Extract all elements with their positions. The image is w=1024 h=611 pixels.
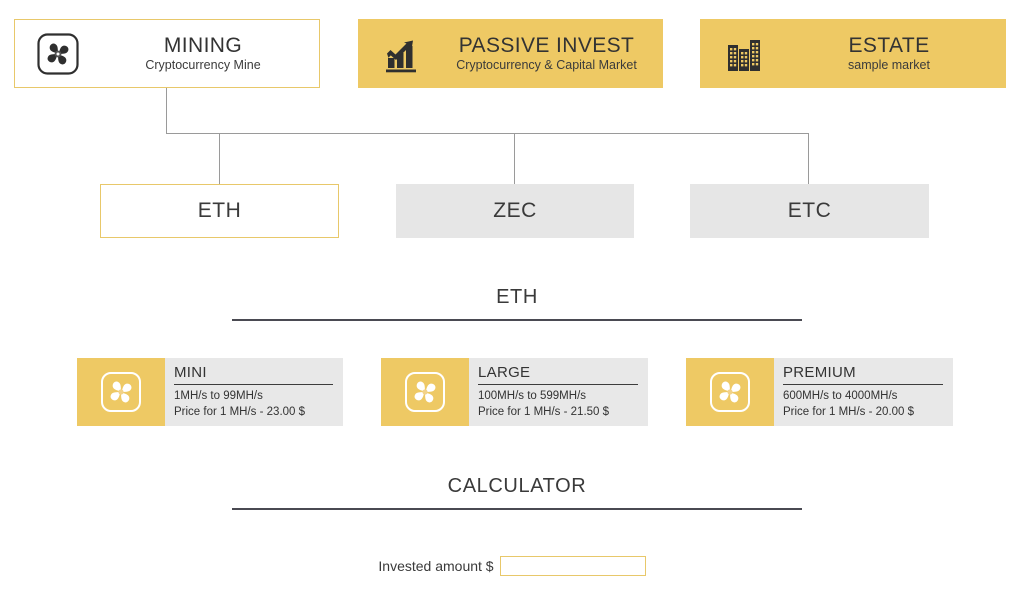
plan-card-mini[interactable]: MINI 1MH/s to 99MH/s Price for 1 MH/s - … [77,358,343,426]
page-root: MINING Cryptocurrency Mine PASSIVE INVES… [0,0,1024,611]
category-title: MINING [163,33,243,57]
coin-button-label: ETH [197,199,242,222]
connector-branch-eth [219,133,220,184]
plan-range: 100MH/s to 599MH/s [478,390,587,403]
plan-price: Price for 1 MH/s - 23.00 $ [174,405,306,418]
invested-amount-label: Invested amount $ [378,558,494,574]
category-subtitle: sample market [848,57,930,72]
plan-card-body: LARGE 100MH/s to 599MH/s Price for 1 MH/… [469,358,648,426]
plan-range: 600MH/s to 4000MH/s [783,390,898,403]
coin-button-zec[interactable]: ZEC [396,184,634,238]
calculator-section-title: CALCULATOR [447,475,587,497]
plan-name: PREMIUM [783,364,856,381]
plan-card-body: MINI 1MH/s to 99MH/s Price for 1 MH/s - … [165,358,343,426]
coin-button-eth[interactable]: ETH [100,184,339,238]
fan-icon [686,358,774,426]
category-card-text: MINING Cryptocurrency Mine [101,33,319,72]
category-card-passive-invest[interactable]: PASSIVE INVEST Cryptocurrency & Capital … [358,19,663,88]
coin-section-rule [232,319,802,321]
plan-divider [478,384,638,386]
category-card-text: PASSIVE INVEST Cryptocurrency & Capital … [445,33,662,72]
connector-bus-horizontal [166,133,809,134]
plan-range: 1MH/s to 99MH/s [174,390,263,403]
category-subtitle: Cryptocurrency & Capital Market [456,57,637,72]
coin-button-label: ETC [787,199,832,222]
coin-button-label: ZEC [493,199,537,222]
plan-divider [174,384,333,386]
coin-section-title: ETH [496,286,538,308]
plan-price: Price for 1 MH/s - 21.50 $ [478,405,610,418]
category-card-mining[interactable]: MINING Cryptocurrency Mine [14,19,320,88]
category-card-text: ESTATE sample market [787,33,1005,72]
connector-trunk-vertical [166,88,167,133]
plan-name: MINI [174,364,207,381]
category-card-estate[interactable]: ESTATE sample market [700,19,1006,88]
connector-branch-etc [808,133,809,184]
coin-section-heading: ETH [232,286,802,321]
plan-price: Price for 1 MH/s - 20.00 $ [783,405,915,418]
fan-icon [77,358,165,426]
calculator-input-row: Invested amount $ [0,556,1024,576]
plan-name: LARGE [478,364,531,381]
calculator-section-rule [232,508,802,510]
category-title: ESTATE [848,33,930,57]
fan-icon [381,358,469,426]
plan-card-body: PREMIUM 600MH/s to 4000MH/s Price for 1 … [774,358,953,426]
connector-branch-zec [514,133,515,184]
category-title: PASSIVE INVEST [458,33,635,57]
plan-card-premium[interactable]: PREMIUM 600MH/s to 4000MH/s Price for 1 … [686,358,953,426]
plan-card-large[interactable]: LARGE 100MH/s to 599MH/s Price for 1 MH/… [381,358,648,426]
plan-divider [783,384,943,386]
buildings-icon [701,32,787,76]
invested-amount-input[interactable] [499,556,646,576]
coin-button-etc[interactable]: ETC [690,184,929,238]
bar-chart-growth-icon [359,32,445,76]
category-subtitle: Cryptocurrency Mine [145,57,261,72]
calculator-section-heading: CALCULATOR [232,475,802,510]
fan-icon [15,32,101,76]
